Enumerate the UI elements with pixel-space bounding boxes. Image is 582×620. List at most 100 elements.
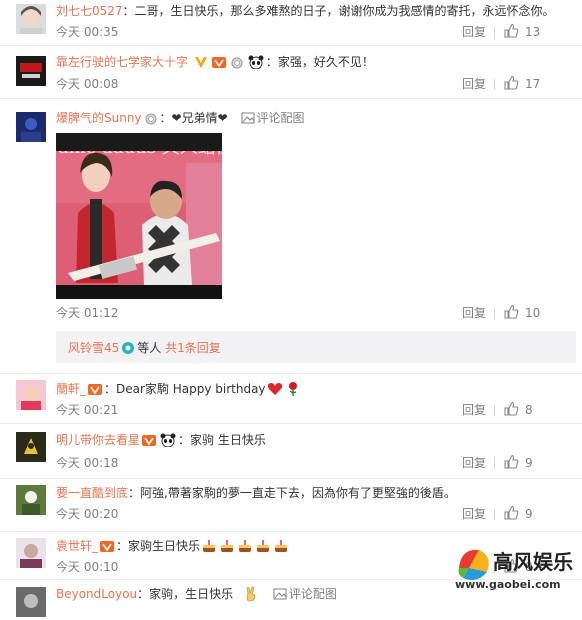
comment-text: ：家驹生日快乐 (116, 539, 201, 553)
thumbs-up-icon[interactable] (503, 75, 519, 91)
thumbs-up-icon[interactable] (503, 454, 519, 470)
reply-button[interactable]: 回复 (462, 76, 486, 92)
heart-icon (267, 383, 282, 395)
comment-item: 爆脾气的Sunny ：❤兄弟情❤ 评论配图 ame aauds 夫人蜡像馆 (0, 99, 582, 374)
reply-button[interactable]: 回复 (462, 305, 486, 321)
comment-line: 靠左行驶的七学家大十字 ：家强，好久不见！ (56, 54, 374, 70)
sub-reply-box: 风铃雪45 等人 共1条回复 (56, 331, 576, 363)
divider (494, 79, 495, 90)
like-count: 9 (525, 507, 533, 521)
sub-reply-user-link[interactable]: 风铃雪45 (68, 341, 119, 355)
comment-time: 今天 01:12 (56, 306, 119, 320)
username-link[interactable]: BeyondLoyou (56, 587, 137, 601)
member-badge-icon (100, 541, 115, 552)
avatar[interactable] (16, 4, 46, 34)
comment-text: ：❤兄弟情❤ (159, 111, 228, 125)
thumbs-up-icon[interactable] (503, 23, 519, 39)
cake-icon (203, 540, 216, 552)
avatar[interactable] (16, 485, 46, 515)
divider (494, 27, 495, 38)
sub-reply-count-link[interactable]: 共1条回复 (165, 341, 221, 355)
watermark-url: www.gaobei.com (455, 578, 561, 591)
reply-button[interactable]: 回复 (462, 24, 486, 40)
image-icon (241, 112, 254, 124)
like-count: 17 (525, 77, 541, 91)
comment-text: ：二哥，生日快乐，那么多难熬的日子，谢谢你成为我感情的寄托，永远怀念你。 (122, 4, 555, 18)
comment-text: ：Dear家駒 Happy birthday (104, 382, 266, 396)
comment-time: 今天 00:21 (56, 403, 119, 417)
cake-icon (257, 540, 270, 552)
comment-actions: 回复 13 (462, 23, 582, 40)
thumbs-up-icon[interactable] (503, 505, 519, 521)
cake-icon (275, 540, 288, 552)
divider (494, 509, 495, 520)
avatar[interactable] (16, 56, 46, 86)
comment-time: 今天 00:08 (56, 77, 119, 91)
reply-button[interactable]: 回复 (462, 506, 486, 522)
image-icon (273, 588, 287, 600)
avatar[interactable] (16, 538, 46, 568)
panda-icon (248, 55, 264, 69)
comment-item: 明儿带你去看星 ：家驹 生日快乐 今天 00:18 回复 9 (0, 424, 582, 479)
username-link[interactable]: 袁世轩_ (56, 539, 98, 553)
thumbs-up-icon[interactable] (503, 304, 519, 320)
comment-actions: 回复 8 (462, 401, 582, 418)
cake-icon (239, 540, 252, 552)
medal-icon (145, 113, 157, 125)
thumbs-up-icon[interactable] (503, 401, 519, 417)
avatar[interactable] (16, 112, 46, 142)
comment-photo[interactable]: ame aauds 夫人蜡像馆 (56, 133, 222, 299)
comment-time: 今天 00:20 (56, 507, 119, 521)
comment-line: 爆脾气的Sunny ：❤兄弟情❤ 评论配图 (56, 110, 305, 126)
comment-actions: 回复 9 (462, 454, 582, 471)
comment-item: 蘭軒_ ：Dear家駒 Happy birthday 今天 00:21 回复 8 (0, 374, 582, 424)
avatar[interactable] (16, 432, 46, 462)
cake-icon (221, 540, 234, 552)
avatar[interactable] (16, 587, 46, 617)
medal-icon (231, 57, 243, 69)
username-link[interactable]: 要一直酷到底 (56, 486, 128, 500)
victory-hand-icon (246, 586, 256, 602)
username-link[interactable]: 靠左行驶的七学家大十字 (56, 55, 188, 69)
panda-icon (160, 433, 176, 447)
username-link[interactable]: 蘭軒_ (56, 382, 86, 396)
avatar[interactable] (16, 380, 46, 410)
comment-actions: 回复 10 (462, 304, 582, 321)
comment-line: 刘七七0527：二哥，生日快乐，那么多难熬的日子，谢谢你成为我感情的寄托，永远怀… (56, 3, 555, 19)
member-badge-icon (211, 57, 226, 68)
comment-text: ：家驹 生日快乐 (178, 433, 266, 447)
divider (494, 458, 495, 469)
comment-item: 刘七七0527：二哥，生日快乐，那么多难熬的日子，谢谢你成为我感情的寄托，永远怀… (0, 0, 582, 46)
rose-icon (288, 382, 297, 396)
comment-image-link[interactable]: 评论配图 (289, 587, 337, 601)
comment-image-link[interactable]: 评论配图 (257, 111, 305, 125)
like-count: 10 (525, 306, 541, 320)
comment-time: 今天 00:35 (56, 25, 119, 39)
comment-line: 袁世轩_ ：家驹生日快乐 (56, 538, 290, 554)
comment-actions: 回复 17 (462, 75, 582, 92)
reply-button[interactable]: 回复 (462, 455, 486, 471)
like-count: 13 (525, 25, 541, 39)
username-link[interactable]: 爆脾气的Sunny (56, 111, 142, 125)
username-link[interactable]: 明儿带你去看星 (56, 433, 140, 447)
like-count: 8 (525, 403, 533, 417)
divider (494, 405, 495, 416)
comment-time: 今天 00:18 (56, 456, 119, 470)
divider (494, 308, 495, 319)
member-badge-icon (88, 384, 103, 395)
comment-list: 刘七七0527：二哥，生日快乐，那么多难熬的日子，谢谢你成为我感情的寄托，永远怀… (0, 0, 582, 620)
sub-reply-suffix: 等人 (137, 341, 162, 355)
comment-line: 蘭軒_ ：Dear家駒 Happy birthday (56, 381, 302, 397)
reply-button[interactable]: 回复 (462, 402, 486, 418)
comment-text: ：家驹，生日快乐 (137, 587, 234, 601)
comment-item: 靠左行驶的七学家大十字 ：家强，好久不见！ 今天 00:08 回复 17 (0, 46, 582, 99)
like-count: 9 (525, 456, 533, 470)
eye-badge-icon (122, 342, 135, 354)
comment-item: 要一直酷到底：阿強,帶著家駒的夢一直走下去，因為你有了更堅強的後盾。 今天 00… (0, 479, 582, 532)
comment-text: ：阿強,帶著家駒的夢一直走下去，因為你有了更堅強的後盾。 (128, 486, 456, 500)
username-link[interactable]: 刘七七0527 (56, 4, 123, 18)
verified-v-icon (194, 57, 207, 68)
watermark-brand: 高风娱乐 (493, 550, 573, 574)
comment-actions: 回复 9 (462, 505, 582, 522)
comment-text: ：家强，好久不见！ (265, 55, 374, 69)
